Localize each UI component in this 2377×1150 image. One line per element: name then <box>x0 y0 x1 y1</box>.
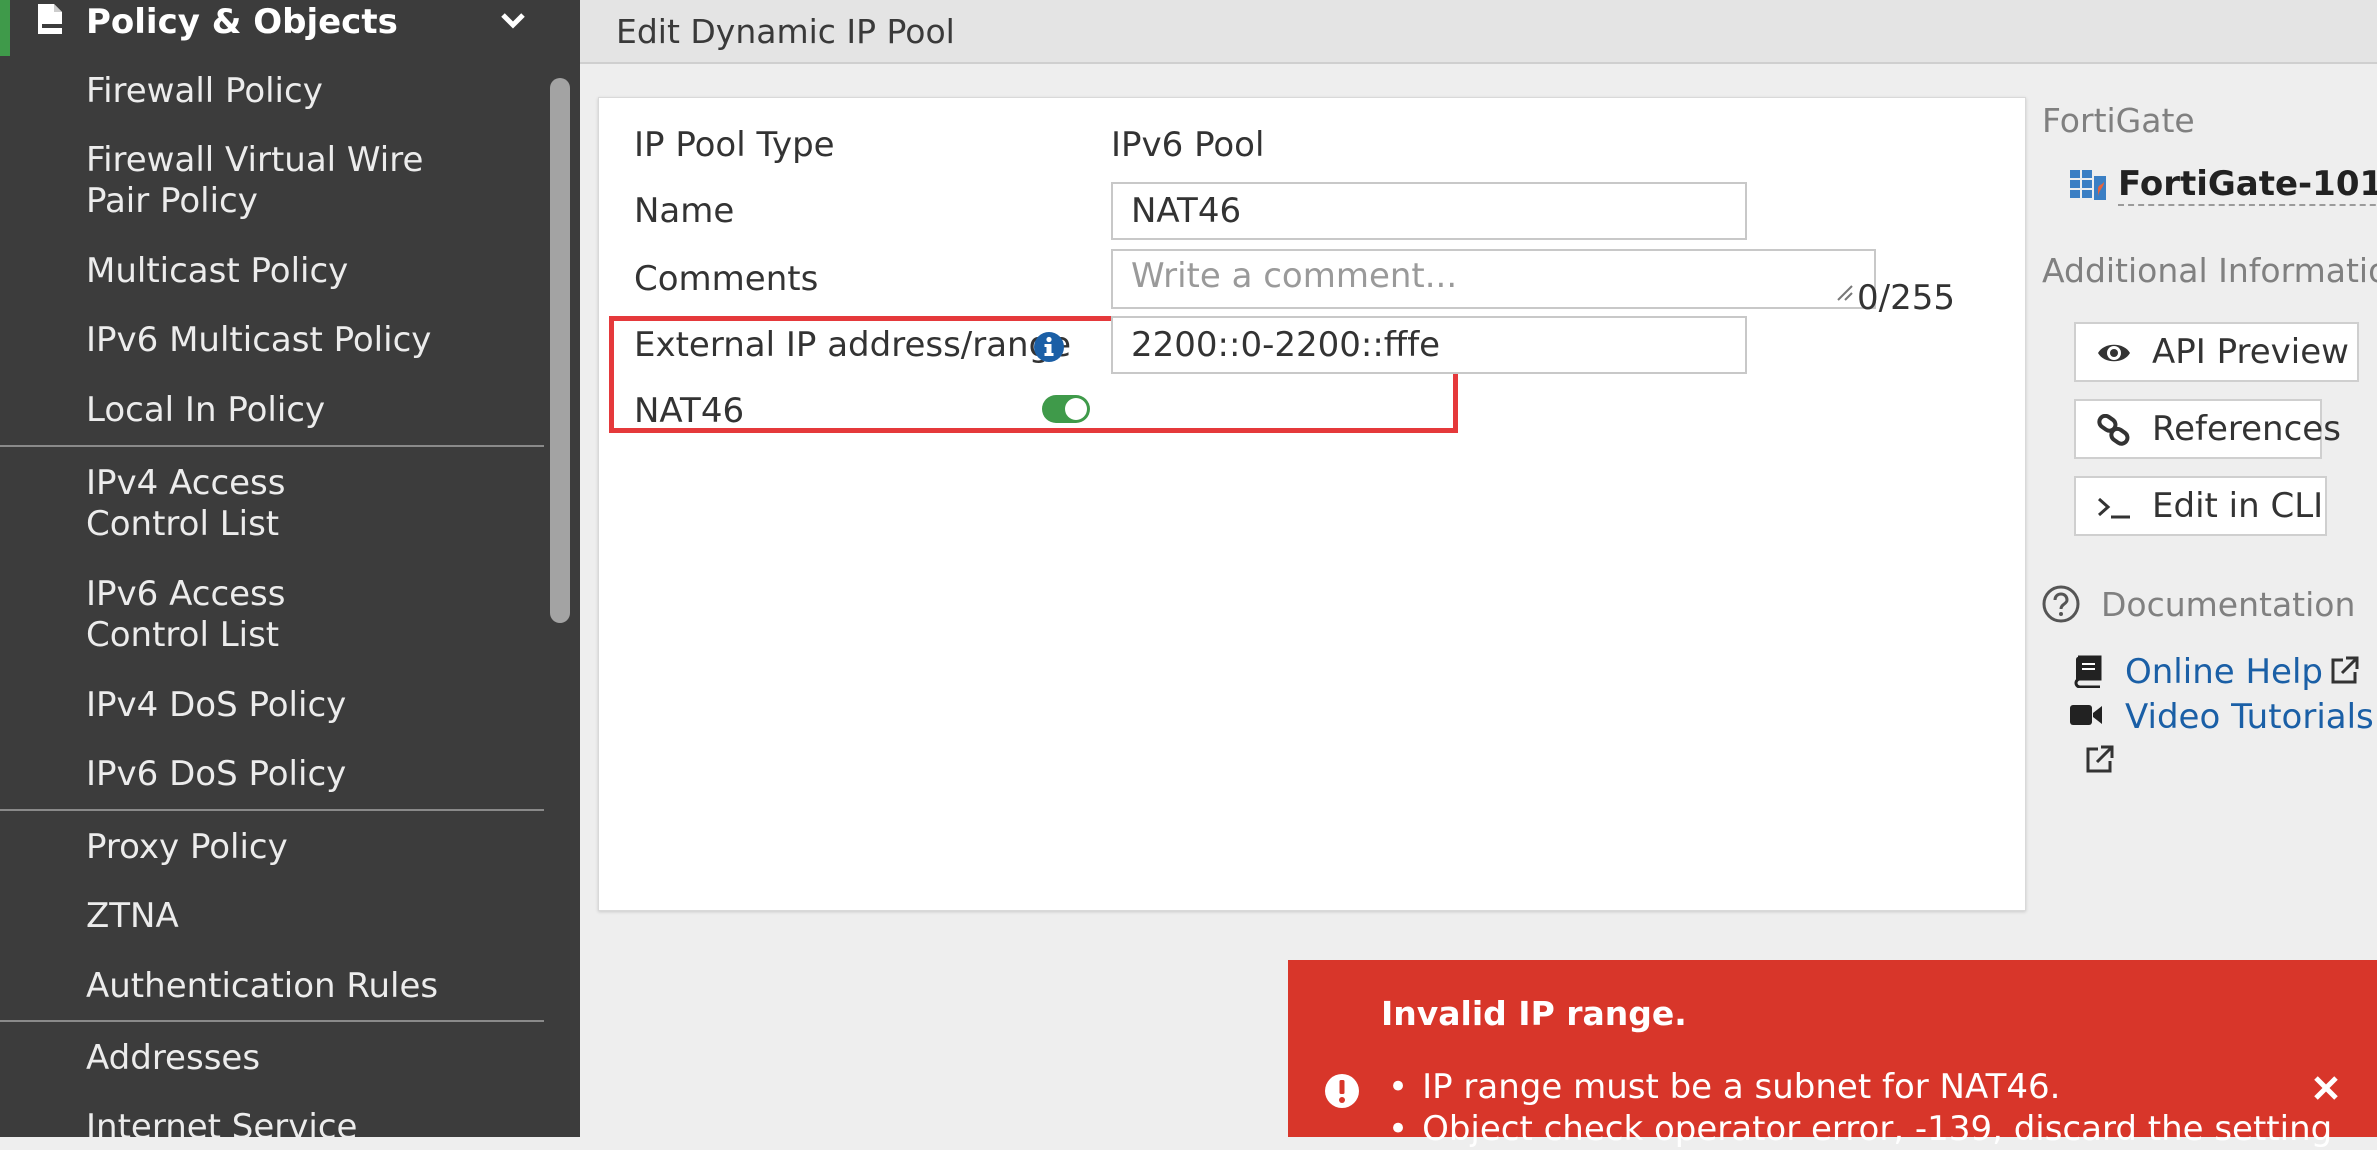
sidebar-item-ipv4-dos-policy[interactable]: IPv4 DoS Policy <box>86 685 446 726</box>
external-link-icon[interactable] <box>2327 654 2361 688</box>
sidebar: Policy & Objects Firewall Policy Firewal… <box>0 0 580 1137</box>
comments-textarea[interactable] <box>1111 249 1876 309</box>
edit-ip-pool-form: IP Pool Type IPv6 Pool Name Comments 0/2… <box>598 97 2026 911</box>
video-tutorials-link[interactable]: Video Tutorials <box>2125 697 2374 737</box>
info-circle-icon[interactable] <box>1033 331 1065 363</box>
sidebar-divider <box>0 809 544 811</box>
name-label: Name <box>634 191 735 231</box>
video-camera-icon <box>2070 705 2102 725</box>
sidebar-item-authentication-rules[interactable]: Authentication Rules <box>86 966 506 1007</box>
page-title: Edit Dynamic IP Pool <box>616 12 955 51</box>
toggle-knob <box>1065 398 1087 420</box>
ip-pool-type-label: IP Pool Type <box>634 125 835 165</box>
link-icon <box>2097 414 2130 446</box>
question-circle-icon <box>2042 585 2080 623</box>
sidebar-divider <box>0 445 544 447</box>
external-ip-input[interactable] <box>1111 316 1747 374</box>
sidebar-item-ipv6-dos-policy[interactable]: IPv6 DoS Policy <box>86 754 446 795</box>
sidebar-item-firewall-virtual-wire-pair-policy[interactable]: Firewall Virtual Wire Pair Policy <box>86 140 466 222</box>
external-ip-label: External IP address/range <box>634 325 1072 365</box>
sidebar-item-addresses[interactable]: Addresses <box>86 1038 446 1079</box>
fortigate-device-link[interactable]: FortiGate-101F <box>2118 164 2377 206</box>
sidebar-item-firewall-policy[interactable]: Firewall Policy <box>86 71 446 112</box>
external-link-icon[interactable] <box>2082 743 2116 777</box>
api-preview-button[interactable]: API Preview <box>2074 322 2359 382</box>
comment-char-counter: 0/255 <box>1857 278 1955 318</box>
ip-pool-type-value: IPv6 Pool <box>1111 125 1265 165</box>
sidebar-item-ztna[interactable]: ZTNA <box>86 896 446 937</box>
sidebar-item-ipv4-acl[interactable]: IPv4 Access Control List <box>86 463 416 545</box>
exclamation-circle-icon <box>1325 1074 1359 1108</box>
sidebar-section-title: Policy & Objects <box>86 2 398 42</box>
online-help-link[interactable]: Online Help <box>2125 652 2323 692</box>
sidebar-item-internet-service[interactable]: Internet Service <box>86 1107 446 1137</box>
toast-title: Invalid IP range. <box>1381 994 1687 1033</box>
sidebar-divider <box>0 1020 544 1022</box>
toast-message: IP range must be a subnet for NAT46. <box>1388 1066 2332 1108</box>
page-header: Edit Dynamic IP Pool <box>580 0 2377 64</box>
chevron-down-icon[interactable] <box>498 8 528 34</box>
close-icon[interactable] <box>2310 1072 2342 1104</box>
name-input[interactable] <box>1111 182 1747 240</box>
references-button[interactable]: References <box>2074 399 2341 459</box>
terminal-icon <box>2098 497 2130 519</box>
references-label: References <box>2152 409 2341 449</box>
sidebar-item-local-in-policy[interactable]: Local In Policy <box>86 390 446 431</box>
documentation-heading: Documentation <box>2101 585 2356 624</box>
additional-info-heading: Additional Information <box>2042 251 2377 290</box>
sidebar-item-ipv6-acl[interactable]: IPv6 Access Control List <box>86 574 416 656</box>
sidebar-item-ipv6-multicast-policy[interactable]: IPv6 Multicast Policy <box>86 320 506 361</box>
document-icon <box>38 4 62 34</box>
sidebar-scrollbar-thumb[interactable] <box>550 78 570 623</box>
error-toast: Invalid IP range. IP range must be a sub… <box>1288 960 2377 1149</box>
sidebar-item-multicast-policy[interactable]: Multicast Policy <box>86 251 446 292</box>
fortigate-heading: FortiGate <box>2042 101 2195 140</box>
sidebar-section-header[interactable]: Policy & Objects <box>0 0 548 44</box>
toast-message-list: IP range must be a subnet for NAT46. Obj… <box>1388 1066 2332 1150</box>
edit-in-cli-label: Edit in CLI <box>2152 486 2324 526</box>
nat46-label: NAT46 <box>634 391 745 431</box>
resize-grip-icon[interactable] <box>1835 283 1853 301</box>
eye-icon <box>2098 344 2130 362</box>
sidebar-item-proxy-policy[interactable]: Proxy Policy <box>86 827 446 868</box>
edit-in-cli-button[interactable]: Edit in CLI <box>2074 476 2327 536</box>
book-icon <box>2074 655 2102 688</box>
toast-message: Object check operator error, -139, disca… <box>1388 1108 2332 1150</box>
nat46-toggle[interactable] <box>1042 395 1090 423</box>
comments-label: Comments <box>634 259 819 299</box>
api-preview-label: API Preview <box>2152 332 2349 372</box>
fortigate-device-icon <box>2070 170 2106 200</box>
